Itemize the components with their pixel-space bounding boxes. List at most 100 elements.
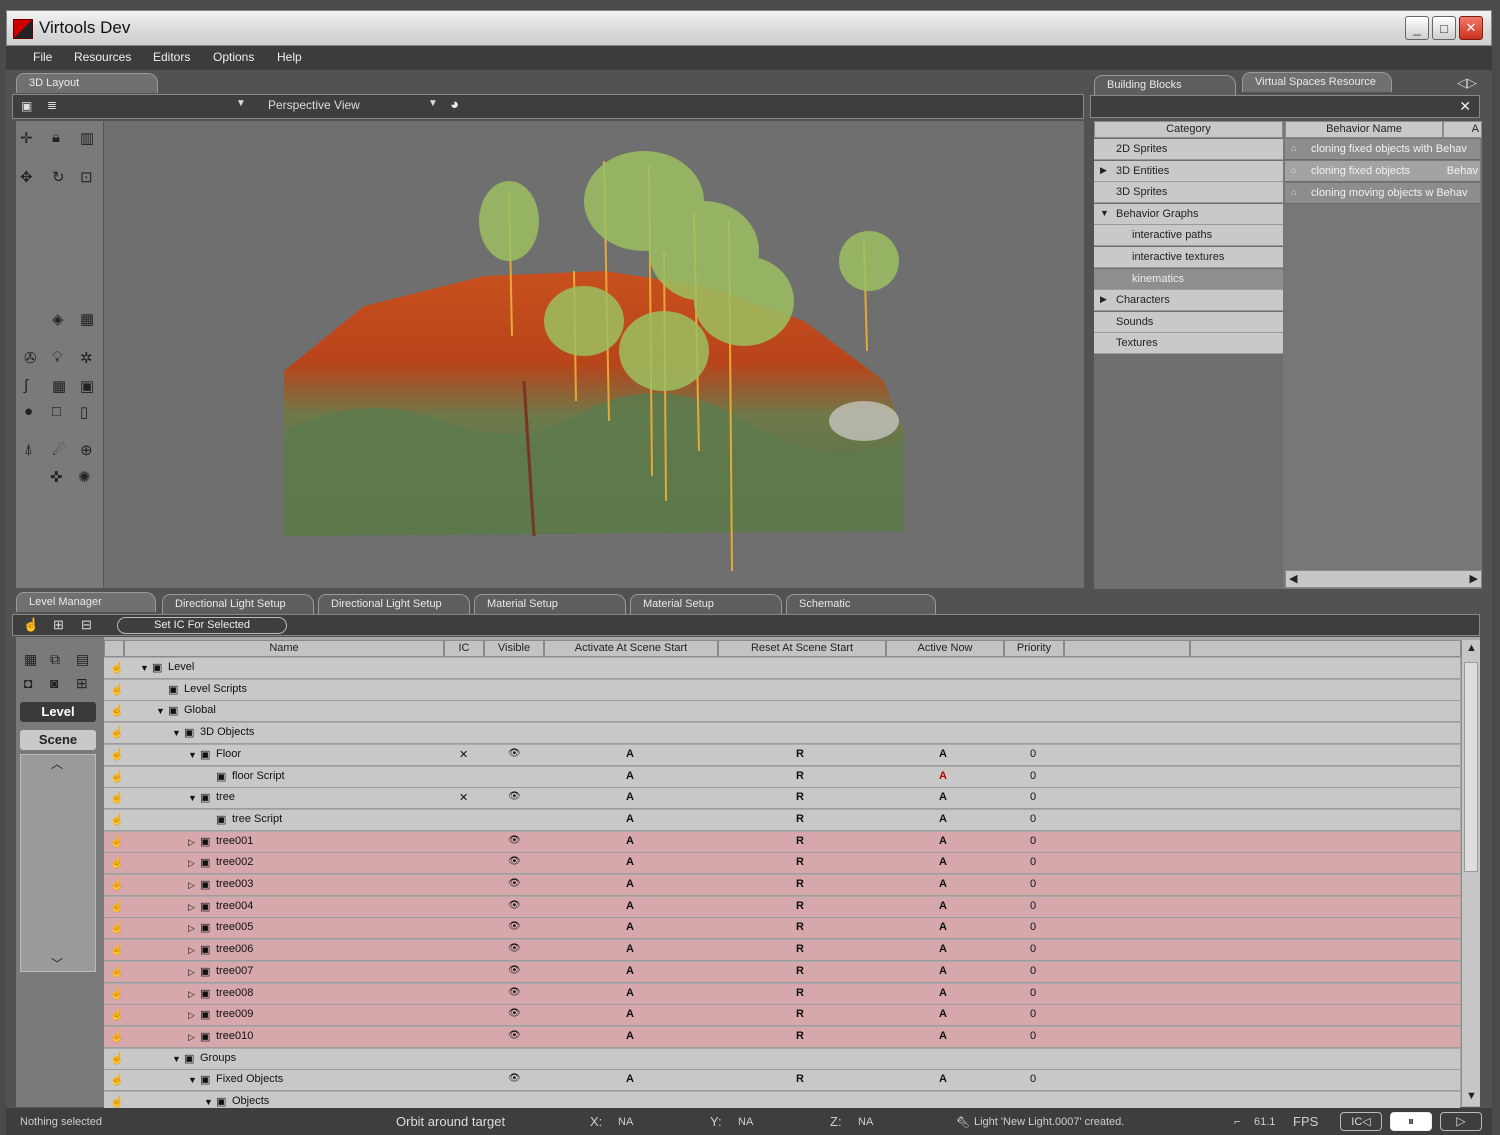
- activate-cell[interactable]: A: [626, 813, 634, 825]
- table-row[interactable]: ☝ ▷ ▣ tree007 👁 A R A 0: [104, 961, 1460, 983]
- target-icon[interactable]: ✺: [78, 468, 91, 486]
- activate-cell[interactable]: A: [626, 965, 634, 977]
- menu-file[interactable]: File: [33, 50, 52, 64]
- portal-icon[interactable]: ▣: [80, 377, 94, 395]
- tree-expand-icon[interactable]: ▼: [156, 706, 165, 716]
- reset-cell[interactable]: R: [796, 1030, 804, 1042]
- header-reset[interactable]: Reset At Scene Start: [718, 640, 886, 657]
- level-manager-scrollbar[interactable]: ▲ ▼: [1461, 640, 1480, 1106]
- category-item[interactable]: Sounds: [1094, 311, 1283, 333]
- header-activate[interactable]: Activate At Scene Start: [544, 640, 718, 657]
- hand-toggle-icon[interactable]: ☝: [110, 943, 124, 956]
- frame-icon[interactable]: □: [52, 403, 61, 420]
- set-ic-button[interactable]: Set IC For Selected: [117, 617, 287, 634]
- category-item[interactable]: kinematics: [1094, 268, 1283, 290]
- close-button[interactable]: ✕: [1459, 16, 1483, 40]
- table-row[interactable]: ☝ ▣ Level Scripts: [104, 679, 1460, 701]
- visible-icon[interactable]: 👁: [508, 1008, 521, 1019]
- view-icon-6[interactable]: ⊞: [76, 675, 88, 692]
- visible-icon[interactable]: 👁: [508, 943, 521, 954]
- priority-cell[interactable]: 0: [1030, 965, 1036, 977]
- camera-create-icon[interactable]: ✇: [24, 349, 37, 367]
- table-row[interactable]: ☝ ▼ ▣ 3D Objects: [104, 723, 1460, 745]
- reset-cell[interactable]: R: [796, 878, 804, 890]
- reset-cell[interactable]: R: [796, 813, 804, 825]
- level-button[interactable]: Level: [20, 702, 96, 722]
- tab-bottom[interactable]: Material Setup: [630, 594, 782, 614]
- camera-icon[interactable]: ▣: [21, 99, 32, 113]
- active-now-cell[interactable]: A: [939, 1008, 947, 1020]
- curve-icon[interactable]: ∫: [24, 377, 28, 394]
- tree-expand-icon[interactable]: ▷: [188, 1010, 195, 1021]
- select-box-icon[interactable]: ▥: [80, 129, 94, 147]
- priority-cell[interactable]: 0: [1030, 1073, 1036, 1085]
- hand-toggle-icon[interactable]: ☝: [110, 835, 124, 848]
- scroll-up-icon[interactable]: ▲: [1466, 642, 1477, 654]
- reset-cell[interactable]: R: [796, 856, 804, 868]
- reset-cell[interactable]: R: [796, 770, 804, 782]
- reset-cell[interactable]: R: [796, 900, 804, 912]
- tab-bottom[interactable]: Level Manager: [16, 592, 156, 612]
- tab-bottom[interactable]: Schematic: [786, 594, 936, 614]
- select-icon[interactable]: ✛: [20, 129, 33, 147]
- table-row[interactable]: ☝ ▷ ▣ tree006 👁 A R A 0: [104, 940, 1460, 962]
- visible-icon[interactable]: 👁: [508, 965, 521, 976]
- tab-3d-layout[interactable]: 3D Layout: [16, 73, 158, 93]
- activate-cell[interactable]: A: [626, 856, 634, 868]
- tree-expand-icon[interactable]: ▷: [188, 945, 195, 956]
- active-now-cell[interactable]: A: [939, 1030, 947, 1042]
- priority-cell[interactable]: 0: [1030, 943, 1036, 955]
- table-row[interactable]: ☝ ▣ floor Script A R A 0: [104, 766, 1460, 788]
- hand-toggle-icon[interactable]: ☝: [110, 1052, 124, 1065]
- table-row[interactable]: ☝ ▷ ▣ tree004 👁 A R A 0: [104, 896, 1460, 918]
- category-item[interactable]: interactive paths: [1094, 225, 1283, 247]
- hand-toggle-icon[interactable]: ☝: [110, 1008, 124, 1021]
- hand-toggle-icon[interactable]: ☝: [110, 791, 124, 804]
- visible-icon[interactable]: 👁: [508, 791, 521, 802]
- view-select[interactable]: Perspective View: [268, 98, 360, 112]
- table-row[interactable]: ☝ ▷ ▣ tree009 👁 A R A 0: [104, 1005, 1460, 1027]
- active-now-cell[interactable]: A: [939, 878, 947, 890]
- hand-toggle-icon[interactable]: ☝: [110, 661, 124, 674]
- priority-cell[interactable]: 0: [1030, 900, 1036, 912]
- activate-cell[interactable]: A: [626, 1030, 634, 1042]
- priority-cell[interactable]: 0: [1030, 791, 1036, 803]
- visible-icon[interactable]: 👁: [508, 856, 521, 867]
- activate-cell[interactable]: A: [626, 835, 634, 847]
- hand-toggle-icon[interactable]: ☝: [110, 900, 124, 913]
- cylinder-icon[interactable]: ▯: [80, 403, 88, 421]
- visible-icon[interactable]: 👁: [508, 1030, 521, 1041]
- hand-toggle-icon[interactable]: ☝: [110, 856, 124, 869]
- behavior-header-extra[interactable]: A: [1443, 121, 1482, 138]
- visible-icon[interactable]: 👁: [508, 900, 521, 911]
- scroll-right-icon[interactable]: ▶: [1470, 572, 1478, 585]
- tab-bottom[interactable]: Directional Light Setup: [162, 594, 314, 614]
- grid-plane-icon[interactable]: ◈: [52, 310, 64, 328]
- zoom-icon[interactable]: ⊕: [80, 441, 93, 459]
- dolly-icon[interactable]: ⍋: [24, 441, 33, 458]
- pause-button[interactable]: ⏸: [1390, 1112, 1432, 1131]
- tree-expand-icon[interactable]: ▷: [188, 880, 195, 891]
- header-priority[interactable]: Priority: [1004, 640, 1064, 657]
- header-name[interactable]: Name: [124, 640, 444, 657]
- tree-expand-icon[interactable]: ▼: [172, 728, 181, 738]
- scroll-left-icon[interactable]: ◀: [1289, 572, 1297, 585]
- hand-toggle-icon[interactable]: ☝: [110, 704, 124, 717]
- reset-cell[interactable]: R: [796, 835, 804, 847]
- horizontal-scrollbar[interactable]: ◀ ▶: [1285, 570, 1482, 588]
- camera-dropdown-arrow-icon[interactable]: ▼: [236, 98, 246, 109]
- tree-expand-icon[interactable]: ▷: [188, 837, 195, 848]
- behavior-item[interactable]: ⌂ cloning fixed objects with Behav: [1285, 139, 1480, 160]
- active-now-cell[interactable]: A: [939, 835, 947, 847]
- close-search-icon[interactable]: ✕: [1459, 98, 1471, 115]
- hand-icon[interactable]: ☝: [23, 617, 39, 633]
- tree-expand-icon[interactable]: ▷: [188, 989, 195, 1000]
- tree-expand-icon[interactable]: ▼: [188, 1075, 197, 1085]
- resource-search-bar[interactable]: ✕: [1090, 95, 1480, 118]
- active-now-cell[interactable]: A: [939, 813, 947, 825]
- table-row[interactable]: ☝ ▷ ▣ tree010 👁 A R A 0: [104, 1026, 1460, 1048]
- tree-expand-icon[interactable]: ▼: [140, 663, 149, 673]
- lock-icon[interactable]: 🔒︎: [52, 129, 60, 146]
- tree-expand-icon[interactable]: ▼: [172, 1054, 181, 1064]
- table-row[interactable]: ☝ ▷ ▣ tree008 👁 A R A 0: [104, 983, 1460, 1005]
